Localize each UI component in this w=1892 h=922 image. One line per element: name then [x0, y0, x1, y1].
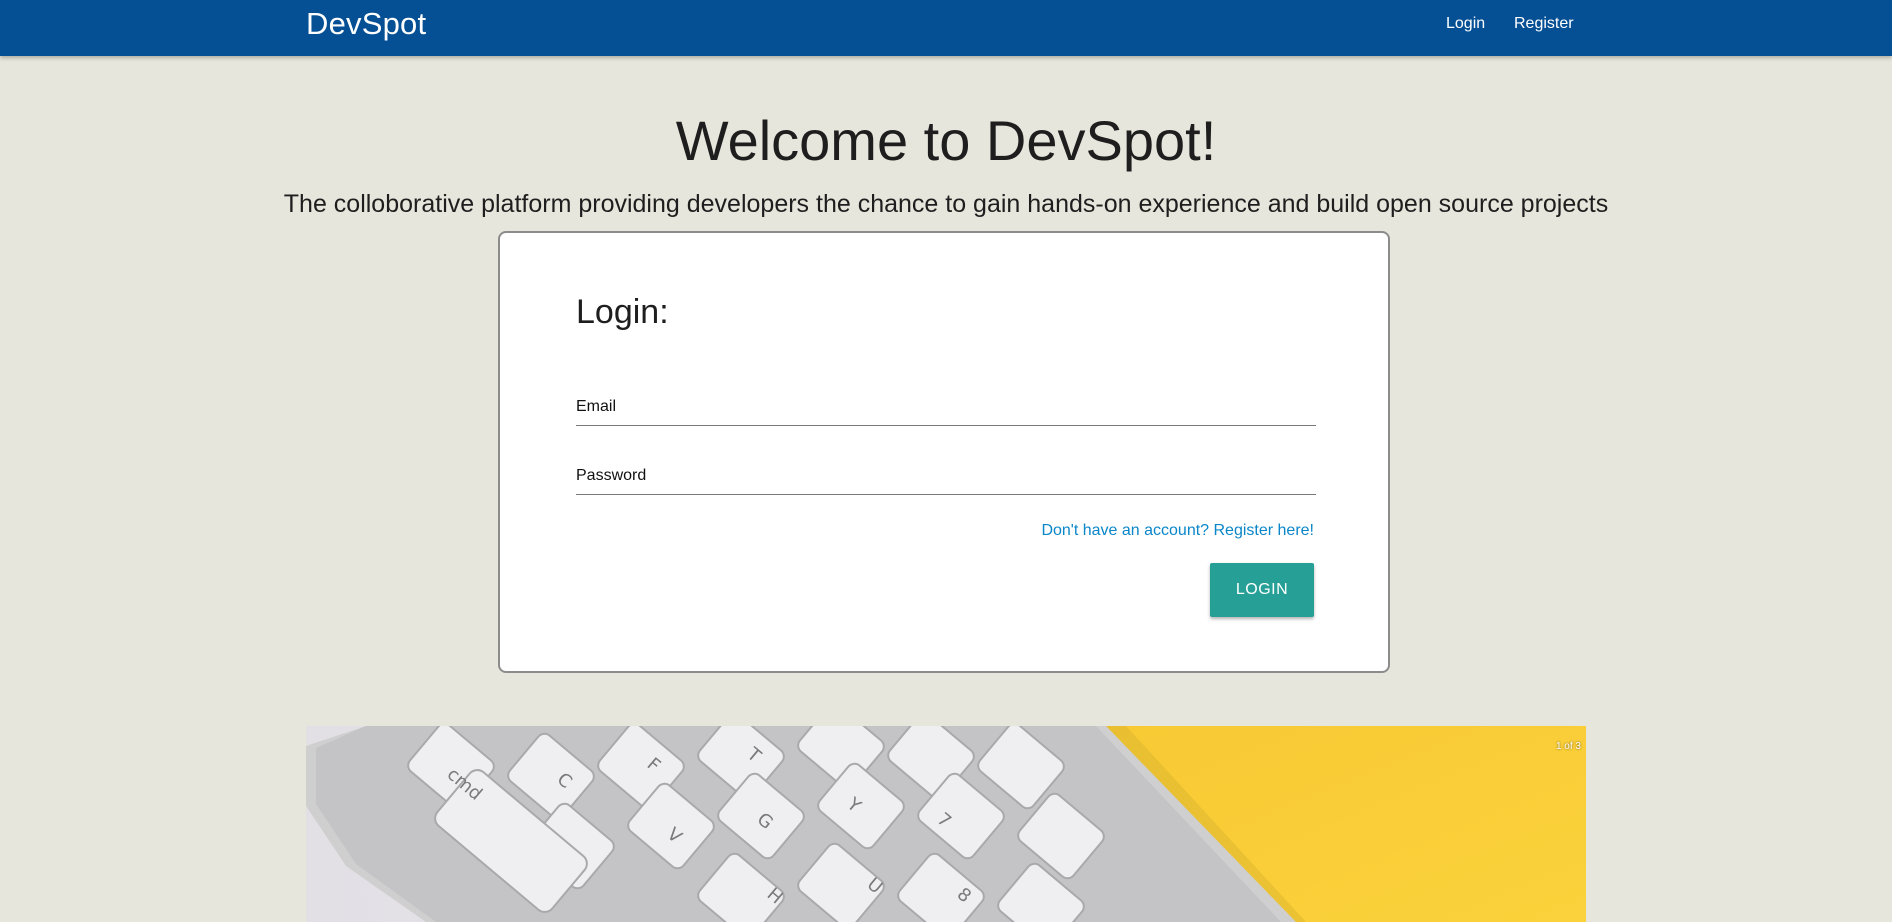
page-title: Welcome to DevSpot! [675, 109, 1217, 172]
top-navbar: DevSpot Login Register [0, 0, 1892, 56]
keyboard-photo: cmd C F T V G Y 7 H U 8 [306, 726, 1586, 922]
password-field-wrapper [576, 458, 1316, 495]
email-input[interactable] [576, 389, 1316, 425]
page-subtitle: The colloborative platform providing dev… [283, 190, 1609, 218]
register-here-link[interactable]: Don't have an account? Register here! [1041, 522, 1314, 540]
image-carousel[interactable]: cmd C F T V G Y 7 H U 8 1 of 3 [306, 726, 1586, 922]
nav-login-link[interactable]: Login [1446, 15, 1485, 33]
login-button[interactable]: LOGIN [1210, 563, 1314, 617]
password-input[interactable] [576, 458, 1316, 494]
slide-counter: 1 of 3 [1555, 741, 1581, 752]
login-card: Login: Don't have an account? Register h… [498, 231, 1390, 673]
email-field-wrapper [576, 389, 1316, 426]
nav-register-link[interactable]: Register [1514, 15, 1574, 33]
brand-logo-link[interactable]: DevSpot [306, 6, 426, 42]
login-title: Login: [576, 293, 669, 331]
